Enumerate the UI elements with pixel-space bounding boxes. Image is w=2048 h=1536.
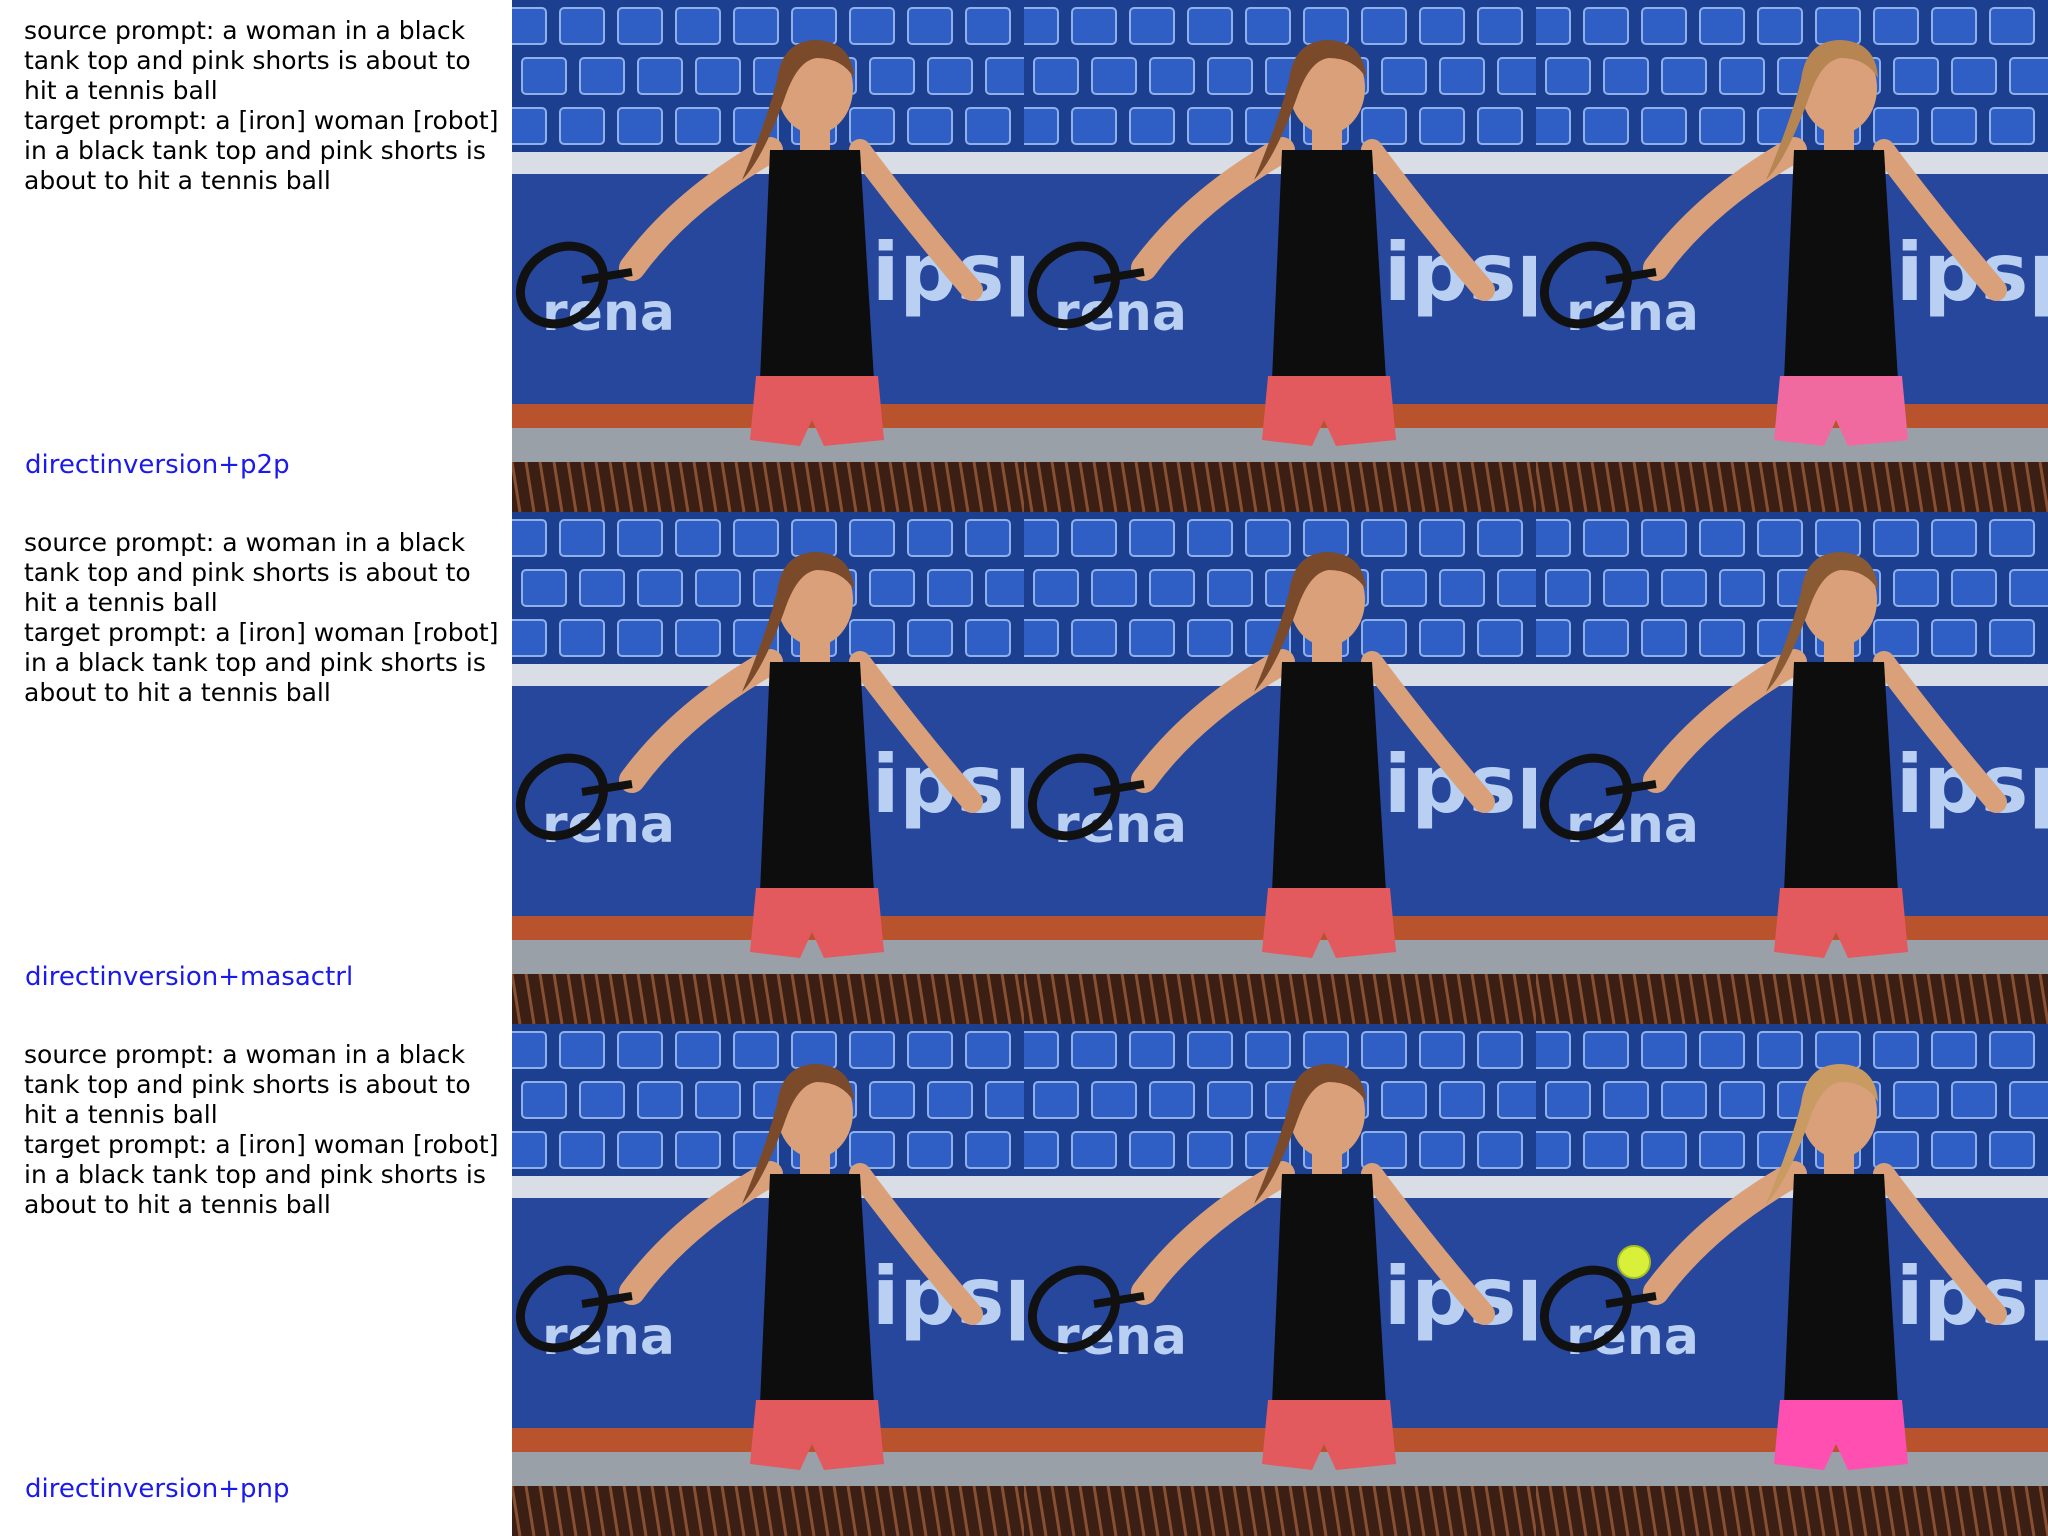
source-prompt: source prompt: a woman in a black tank t…: [24, 16, 471, 105]
tennis-photo-source: ipsprena: [512, 512, 1024, 1024]
method-label: directinversion+pnp: [25, 1474, 290, 1504]
row-caption: source prompt: a woman in a black tank t…: [0, 1024, 512, 1536]
tennis-photo-source: ipsprena: [512, 1024, 1024, 1536]
banner-text: rena: [1566, 1307, 1699, 1367]
tennis-photo-reconstruction: ipsprena: [1024, 512, 1536, 1024]
tennis-photo-edited: ipsprena: [1536, 1024, 2048, 1536]
banner-text: rena: [542, 283, 675, 343]
method-row: source prompt: a woman in a black tank t…: [0, 512, 2048, 1024]
black-tank-top: [760, 662, 874, 892]
row-caption: source prompt: a woman in a black tank t…: [0, 512, 512, 1024]
method-row: source prompt: a woman in a black tank t…: [0, 0, 2048, 512]
black-tank-top: [760, 150, 874, 380]
target-prompt: target prompt: a [iron] woman [robot] in…: [24, 106, 499, 195]
scene-illustration: ipsprena: [1536, 0, 2048, 512]
banner-text: rena: [1566, 283, 1699, 343]
tennis-photo-reconstruction: ipsprena: [1024, 0, 1536, 512]
scene-illustration: ipsprena: [1024, 0, 1536, 512]
target-prompt: target prompt: a [iron] woman [robot] in…: [24, 618, 499, 707]
black-tank-top: [1784, 1174, 1898, 1404]
tennis-ball: [1617, 1245, 1651, 1279]
black-tank-top: [1272, 662, 1386, 892]
target-prompt: target prompt: a [iron] woman [robot] in…: [24, 1130, 499, 1219]
source-prompt: source prompt: a woman in a black tank t…: [24, 528, 471, 617]
banner-text: rena: [1054, 795, 1187, 855]
black-tank-top: [1272, 150, 1386, 380]
tennis-photo-reconstruction: ipsprena: [1024, 1024, 1536, 1536]
tennis-photo-source: ipsprena: [512, 0, 1024, 512]
black-tank-top: [1272, 1174, 1386, 1404]
tennis-photo-edited: ipsprena: [1536, 0, 2048, 512]
black-tank-top: [1784, 662, 1898, 892]
prompt-block: source prompt: a woman in a black tank t…: [24, 1040, 504, 1220]
prompt-block: source prompt: a woman in a black tank t…: [24, 528, 504, 708]
banner-text: rena: [542, 795, 675, 855]
black-tank-top: [1784, 150, 1898, 380]
scene-illustration: ipsprena: [512, 512, 1024, 1024]
tennis-photo-edited: ipsprena: [1536, 512, 2048, 1024]
method-row: source prompt: a woman in a black tank t…: [0, 1024, 2048, 1536]
source-prompt: source prompt: a woman in a black tank t…: [24, 1040, 471, 1129]
banner-text: rena: [1566, 795, 1699, 855]
scene-illustration: ipsprena: [512, 0, 1024, 512]
scene-illustration: ipsprena: [1024, 512, 1536, 1024]
method-label: directinversion+masactrl: [25, 962, 354, 992]
banner-text: rena: [1054, 283, 1187, 343]
banner-text: rena: [542, 1307, 675, 1367]
scene-illustration: ipsprena: [1536, 512, 2048, 1024]
scene-illustration: ipsprena: [512, 1024, 1024, 1536]
scene-illustration: ipsprena: [1536, 1024, 2048, 1536]
scene-illustration: ipsprena: [1024, 1024, 1536, 1536]
row-caption: source prompt: a woman in a black tank t…: [0, 0, 512, 512]
comparison-grid: source prompt: a woman in a black tank t…: [0, 0, 2048, 1536]
banner-text: rena: [1054, 1307, 1187, 1367]
prompt-block: source prompt: a woman in a black tank t…: [24, 16, 504, 196]
black-tank-top: [760, 1174, 874, 1404]
method-label: directinversion+p2p: [25, 450, 290, 480]
